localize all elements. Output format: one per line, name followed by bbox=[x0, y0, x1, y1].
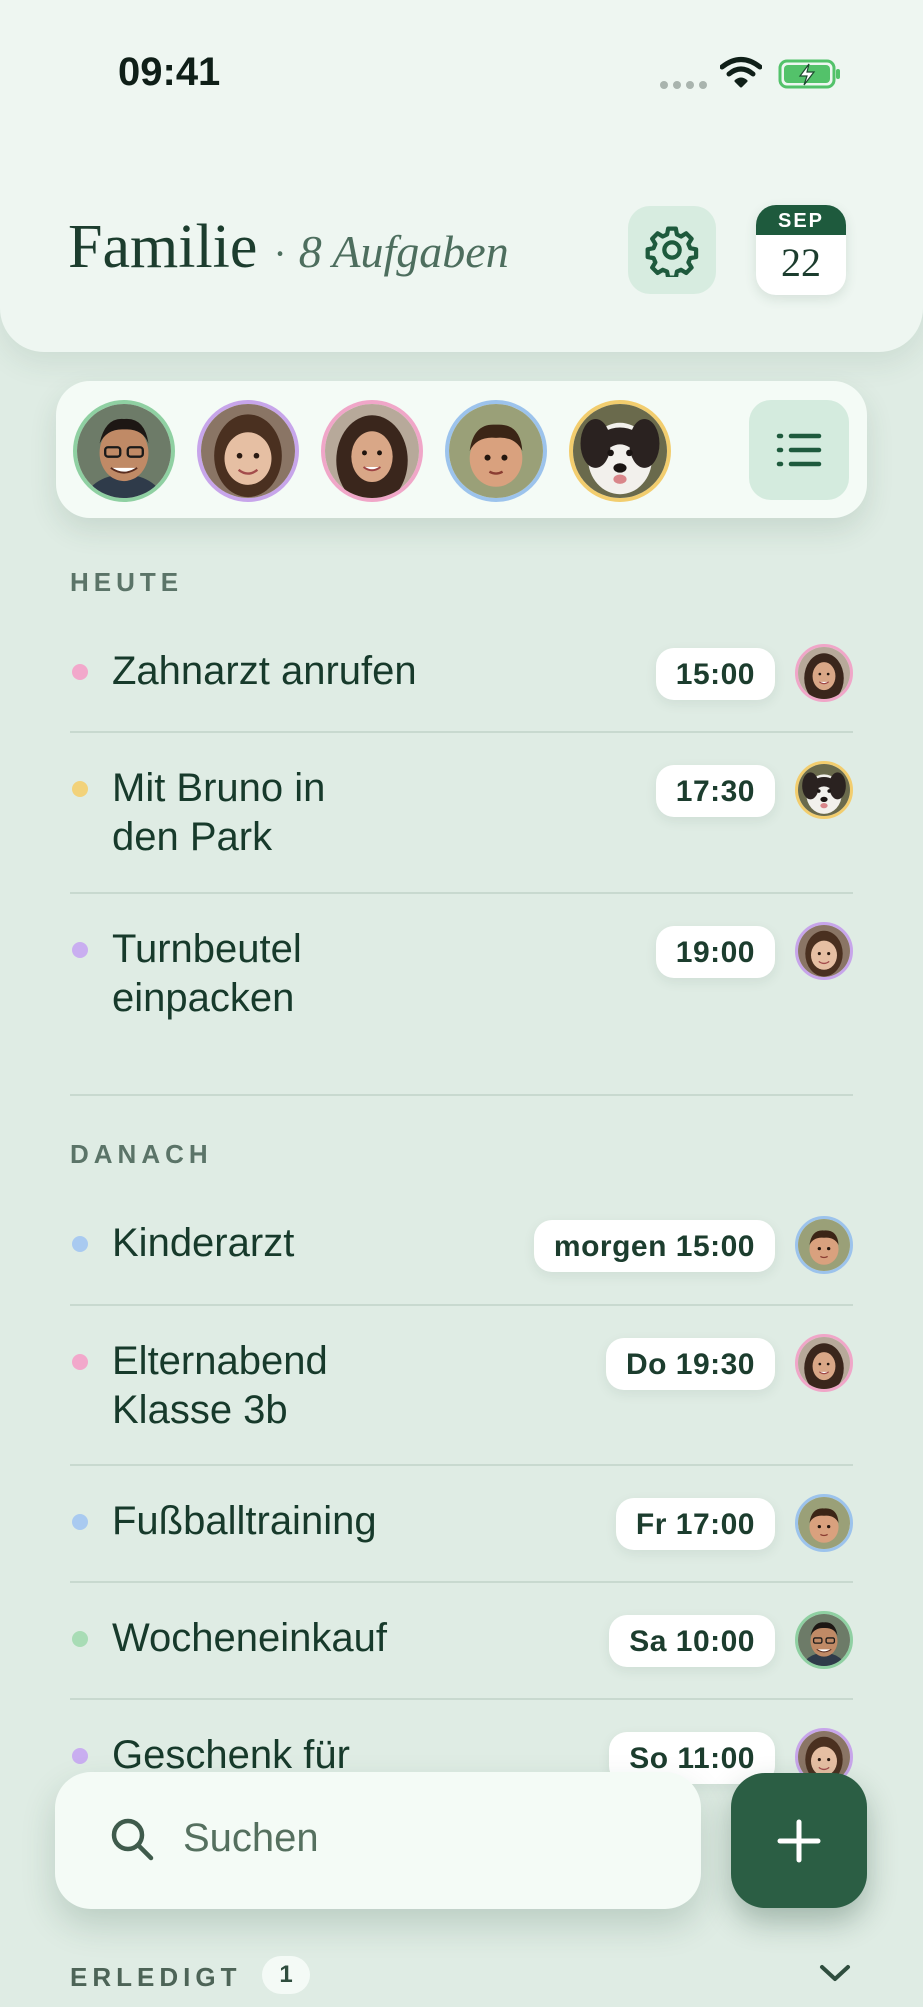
priority-dot bbox=[72, 942, 88, 958]
task-item[interactable]: Zahnarzt anrufen 15:00 bbox=[70, 640, 853, 732]
member-avatar-mom[interactable] bbox=[321, 400, 423, 502]
task-title: Mit Bruno in den Park bbox=[112, 766, 326, 859]
task-item[interactable]: Wocheneinkauf Sa 10:00 bbox=[70, 1607, 853, 1699]
task-item[interactable]: Kinderarzt morgen 15:00 bbox=[70, 1212, 853, 1304]
task-item[interactable]: Fußballtraining Fr 17:00 bbox=[70, 1490, 853, 1582]
divider bbox=[70, 1581, 853, 1583]
assignee-avatar bbox=[795, 644, 853, 702]
cellular-signal-icon bbox=[660, 81, 707, 89]
date-month: SEP bbox=[756, 205, 846, 235]
date-button[interactable]: SEP 22 bbox=[756, 205, 846, 295]
divider bbox=[70, 892, 853, 894]
search-icon bbox=[111, 1818, 154, 1861]
list-icon bbox=[776, 433, 822, 467]
task-title: Zahnarzt anrufen bbox=[112, 649, 417, 693]
search-field[interactable]: Suchen bbox=[55, 1772, 701, 1909]
list-view-button[interactable] bbox=[749, 400, 849, 500]
section-today: HEUTE bbox=[70, 567, 184, 597]
status-time: 09:41 bbox=[118, 50, 221, 94]
wifi-icon bbox=[720, 57, 762, 88]
task-time-badge: Sa 10:00 bbox=[609, 1615, 775, 1667]
assignee-avatar bbox=[795, 1494, 853, 1552]
divider bbox=[70, 731, 853, 733]
divider bbox=[70, 1698, 853, 1700]
divider bbox=[70, 1464, 853, 1466]
assignee-avatar bbox=[795, 761, 853, 819]
priority-dot bbox=[72, 1354, 88, 1370]
member-avatar-boy[interactable] bbox=[445, 400, 547, 502]
family-members-bar bbox=[56, 381, 867, 518]
page-title: Familie bbox=[68, 213, 258, 281]
task-title: Fußballtraining bbox=[112, 1499, 377, 1543]
priority-dot bbox=[72, 1748, 88, 1764]
task-item[interactable]: Turnbeutel einpacken 19:00 bbox=[70, 918, 853, 1053]
assignee-avatar bbox=[795, 1334, 853, 1392]
battery-icon bbox=[778, 59, 840, 89]
divider bbox=[70, 1304, 853, 1306]
task-count: 8 Aufgaben bbox=[298, 226, 509, 277]
priority-dot bbox=[72, 1514, 88, 1530]
assignee-avatar bbox=[795, 1611, 853, 1669]
date-day: 22 bbox=[781, 240, 821, 285]
section-done[interactable]: ERLEDIGT bbox=[70, 1962, 241, 1993]
task-time-badge: Do 19:30 bbox=[605, 1338, 775, 1390]
task-time-badge: Fr 17:00 bbox=[615, 1498, 775, 1550]
section-later: DANACH bbox=[70, 1139, 213, 1169]
task-time-badge: morgen 15:00 bbox=[533, 1220, 775, 1272]
priority-dot bbox=[72, 664, 88, 680]
member-avatar-dad[interactable] bbox=[73, 400, 175, 502]
task-title: Elternabend Klasse 3b bbox=[112, 1339, 328, 1432]
header: 09:41 Familie · 8 Aufgaben SEP 22 bbox=[0, 0, 923, 352]
divider bbox=[70, 1094, 853, 1096]
priority-dot bbox=[72, 1236, 88, 1252]
task-item[interactable]: Mit Bruno in den Park 17:30 bbox=[70, 757, 853, 892]
member-avatar-girl[interactable] bbox=[197, 400, 299, 502]
task-title: Wocheneinkauf bbox=[112, 1616, 387, 1660]
priority-dot bbox=[72, 1631, 88, 1647]
plus-icon bbox=[777, 1819, 821, 1862]
task-time-badge: 17:30 bbox=[655, 765, 775, 817]
add-task-button[interactable] bbox=[731, 1773, 867, 1908]
gear-icon bbox=[645, 226, 699, 277]
title-separator: · bbox=[273, 231, 287, 276]
assignee-avatar bbox=[795, 1216, 853, 1274]
task-time-badge: 19:00 bbox=[655, 926, 775, 978]
done-count-badge: 1 bbox=[262, 1956, 310, 1994]
task-title: Kinderarzt bbox=[112, 1221, 295, 1265]
task-time-badge: 15:00 bbox=[655, 648, 775, 700]
settings-button[interactable] bbox=[628, 206, 716, 294]
assignee-avatar bbox=[795, 922, 853, 980]
search-placeholder: Suchen bbox=[183, 1816, 319, 1860]
member-avatar-dog[interactable] bbox=[569, 400, 671, 502]
task-title: Turnbeutel einpacken bbox=[112, 927, 302, 1020]
priority-dot bbox=[72, 781, 88, 797]
chevron-down-icon[interactable] bbox=[818, 1962, 852, 1984]
task-item[interactable]: Elternabend Klasse 3b Do 19:30 bbox=[70, 1330, 853, 1465]
